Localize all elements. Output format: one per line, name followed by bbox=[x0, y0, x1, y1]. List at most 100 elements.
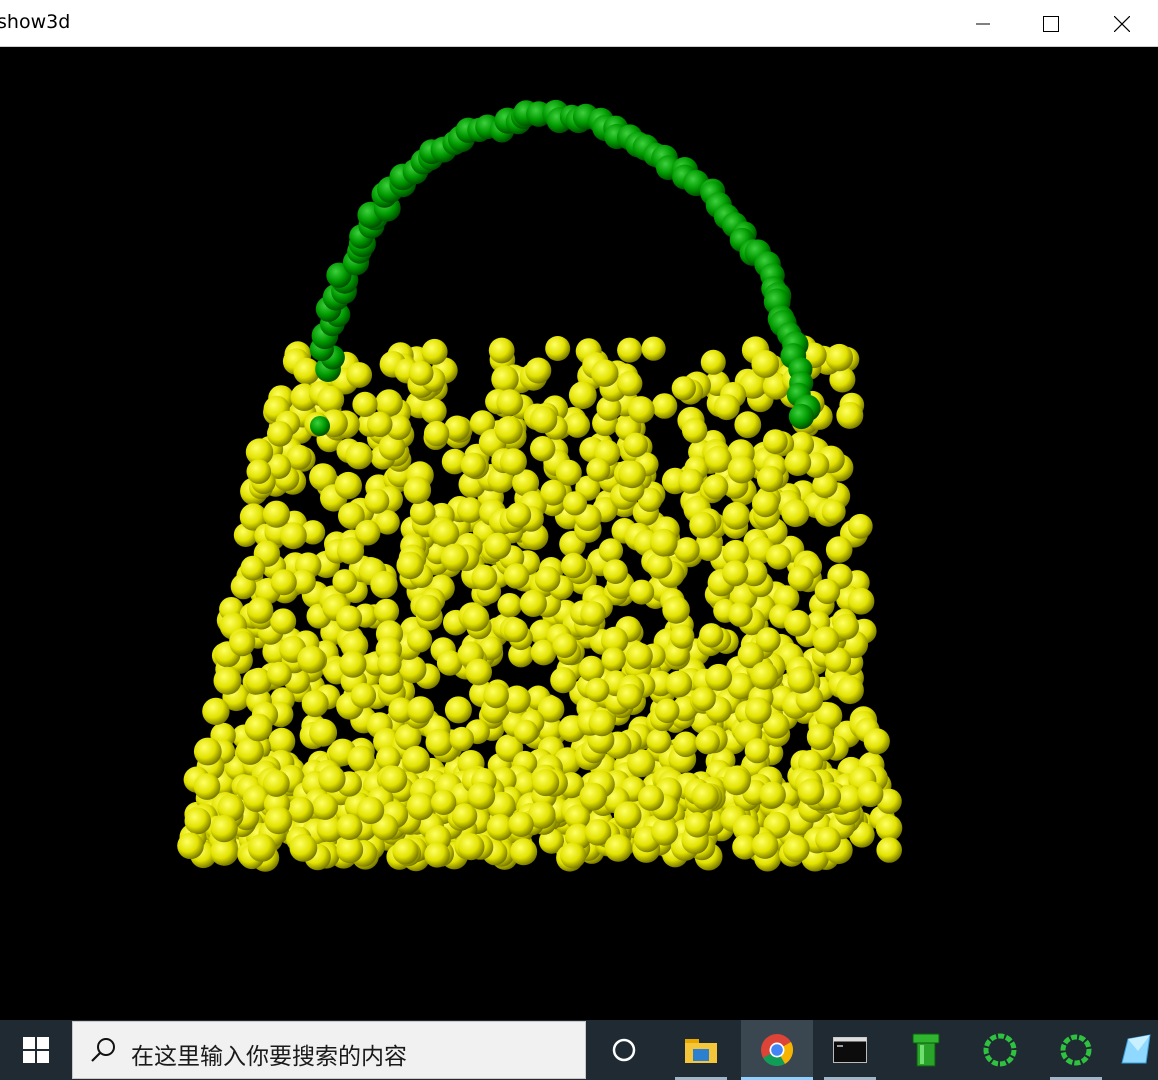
bag-body-sphere bbox=[782, 835, 810, 863]
bag-body-sphere bbox=[651, 393, 678, 419]
terminal-icon bbox=[833, 1037, 867, 1063]
bag-body-sphere bbox=[751, 350, 780, 378]
bag-body-sphere bbox=[641, 336, 666, 361]
taskbar-file-explorer[interactable] bbox=[665, 1020, 737, 1080]
bag-body-sphere bbox=[264, 806, 293, 835]
bag-body-sphere bbox=[699, 623, 724, 648]
bag-body-sphere bbox=[431, 519, 460, 547]
bag-body-sphere bbox=[603, 559, 628, 584]
bag-body-sphere bbox=[177, 832, 204, 860]
bag-body-sphere bbox=[440, 543, 469, 572]
bag-body-sphere bbox=[352, 391, 378, 417]
taskbar: 在这里输入你要搜索的内容 bbox=[0, 1020, 1158, 1080]
bag-body-sphere bbox=[812, 626, 840, 654]
bag-body-sphere bbox=[370, 571, 398, 599]
bag-body-sphere bbox=[297, 645, 326, 674]
close-button[interactable] bbox=[1099, 0, 1145, 47]
bag-body-sphere bbox=[784, 609, 811, 637]
bag-body-sphere bbox=[491, 365, 519, 393]
bag-body-sphere bbox=[703, 474, 729, 500]
bag-body-sphere bbox=[460, 452, 486, 478]
minimize-button[interactable] bbox=[960, 0, 1006, 47]
taskbar-pipe-app[interactable] bbox=[890, 1020, 962, 1080]
bag-body-sphere bbox=[825, 343, 853, 372]
bag-body-sphere bbox=[585, 677, 610, 703]
bag-body-sphere bbox=[519, 589, 547, 618]
bag-body-sphere bbox=[691, 686, 716, 712]
bag-body-sphere bbox=[601, 647, 626, 672]
bag-body-sphere bbox=[586, 457, 611, 482]
start-button[interactable] bbox=[0, 1020, 72, 1080]
taskbar-ring-app-2[interactable] bbox=[1040, 1020, 1112, 1080]
bag-body-sphere bbox=[682, 417, 708, 444]
bag-body-sphere bbox=[488, 337, 515, 364]
bag-body-sphere bbox=[700, 349, 726, 375]
bag-body-sphere bbox=[508, 811, 534, 837]
taskbar-terminal[interactable] bbox=[814, 1020, 886, 1080]
3d-viewport[interactable] bbox=[0, 48, 1158, 1020]
bag-body-sphere bbox=[354, 519, 381, 546]
bag-body-sphere bbox=[496, 389, 524, 416]
taskbar-ring-app-1[interactable] bbox=[964, 1020, 1036, 1080]
bag-body-sphere bbox=[457, 497, 483, 523]
bag-body-sphere bbox=[402, 745, 430, 774]
bag-body-sphere bbox=[246, 597, 274, 624]
bag-body-sphere bbox=[421, 338, 448, 365]
bag-body-sphere bbox=[722, 767, 751, 796]
bag-body-sphere bbox=[530, 436, 556, 462]
bag-body-sphere bbox=[210, 838, 238, 866]
bag-body-sphere bbox=[560, 842, 587, 869]
bag-body-sphere bbox=[377, 651, 402, 676]
bag-body-sphere bbox=[525, 357, 552, 384]
bag-body-sphere bbox=[339, 650, 367, 678]
bag-body-sphere bbox=[588, 709, 615, 737]
bag-body-sphere bbox=[722, 501, 751, 530]
windows-logo-icon bbox=[23, 1037, 49, 1063]
bag-body-sphere bbox=[449, 726, 474, 752]
bag-body-sphere bbox=[279, 522, 307, 550]
bag-body-sphere bbox=[484, 532, 512, 560]
bag-body-sphere bbox=[815, 826, 841, 853]
bag-body-sphere bbox=[863, 728, 890, 755]
bag-body-sphere bbox=[825, 536, 853, 563]
bag-body-sphere bbox=[423, 420, 450, 447]
bag-body-sphere bbox=[444, 696, 472, 724]
bag-body-sphere bbox=[262, 500, 290, 528]
bag-body-sphere bbox=[318, 765, 346, 793]
bag-body-sphere bbox=[229, 631, 255, 657]
taskbar-crystal-app[interactable] bbox=[1116, 1020, 1158, 1080]
bag-body-sphere bbox=[787, 565, 814, 592]
bag-body-sphere bbox=[564, 412, 591, 438]
bag-body-sphere bbox=[262, 770, 290, 797]
ring-icon bbox=[983, 1033, 1017, 1067]
bag-body-sphere bbox=[671, 376, 696, 401]
bag-body-sphere bbox=[244, 713, 273, 742]
bag-body-sphere bbox=[534, 566, 561, 592]
bag-body-sphere bbox=[684, 812, 710, 838]
bag-body-sphere bbox=[406, 792, 435, 821]
point-cloud-render bbox=[177, 99, 903, 872]
bag-body-sphere bbox=[662, 596, 690, 624]
bag-body-sphere bbox=[267, 421, 293, 447]
chrome-icon bbox=[761, 1034, 794, 1067]
bag-body-sphere bbox=[629, 579, 655, 605]
bag-body-sphere bbox=[332, 569, 358, 594]
bag-body-sphere bbox=[626, 642, 653, 670]
bag-body-sphere bbox=[756, 465, 784, 493]
bag-body-sphere bbox=[762, 429, 788, 454]
taskbar-chrome[interactable] bbox=[741, 1020, 813, 1080]
task-view-button[interactable] bbox=[588, 1020, 660, 1080]
maximize-button[interactable] bbox=[1028, 0, 1074, 47]
bag-body-sphere bbox=[202, 697, 230, 726]
bag-body-sphere bbox=[797, 778, 825, 806]
search-placeholder: 在这里输入你要搜索的内容 bbox=[131, 1044, 407, 1070]
bag-body-sphere bbox=[240, 555, 266, 581]
bag-body-sphere bbox=[430, 789, 457, 815]
bag-body-sphere bbox=[552, 633, 578, 658]
bag-body-sphere bbox=[695, 535, 722, 562]
bag-body-sphere bbox=[312, 793, 338, 820]
bag-body-sphere bbox=[425, 728, 453, 757]
bag-body-sphere bbox=[876, 837, 902, 863]
search-box[interactable]: 在这里输入你要搜索的内容 bbox=[72, 1021, 586, 1079]
bag-body-sphere bbox=[598, 538, 624, 563]
